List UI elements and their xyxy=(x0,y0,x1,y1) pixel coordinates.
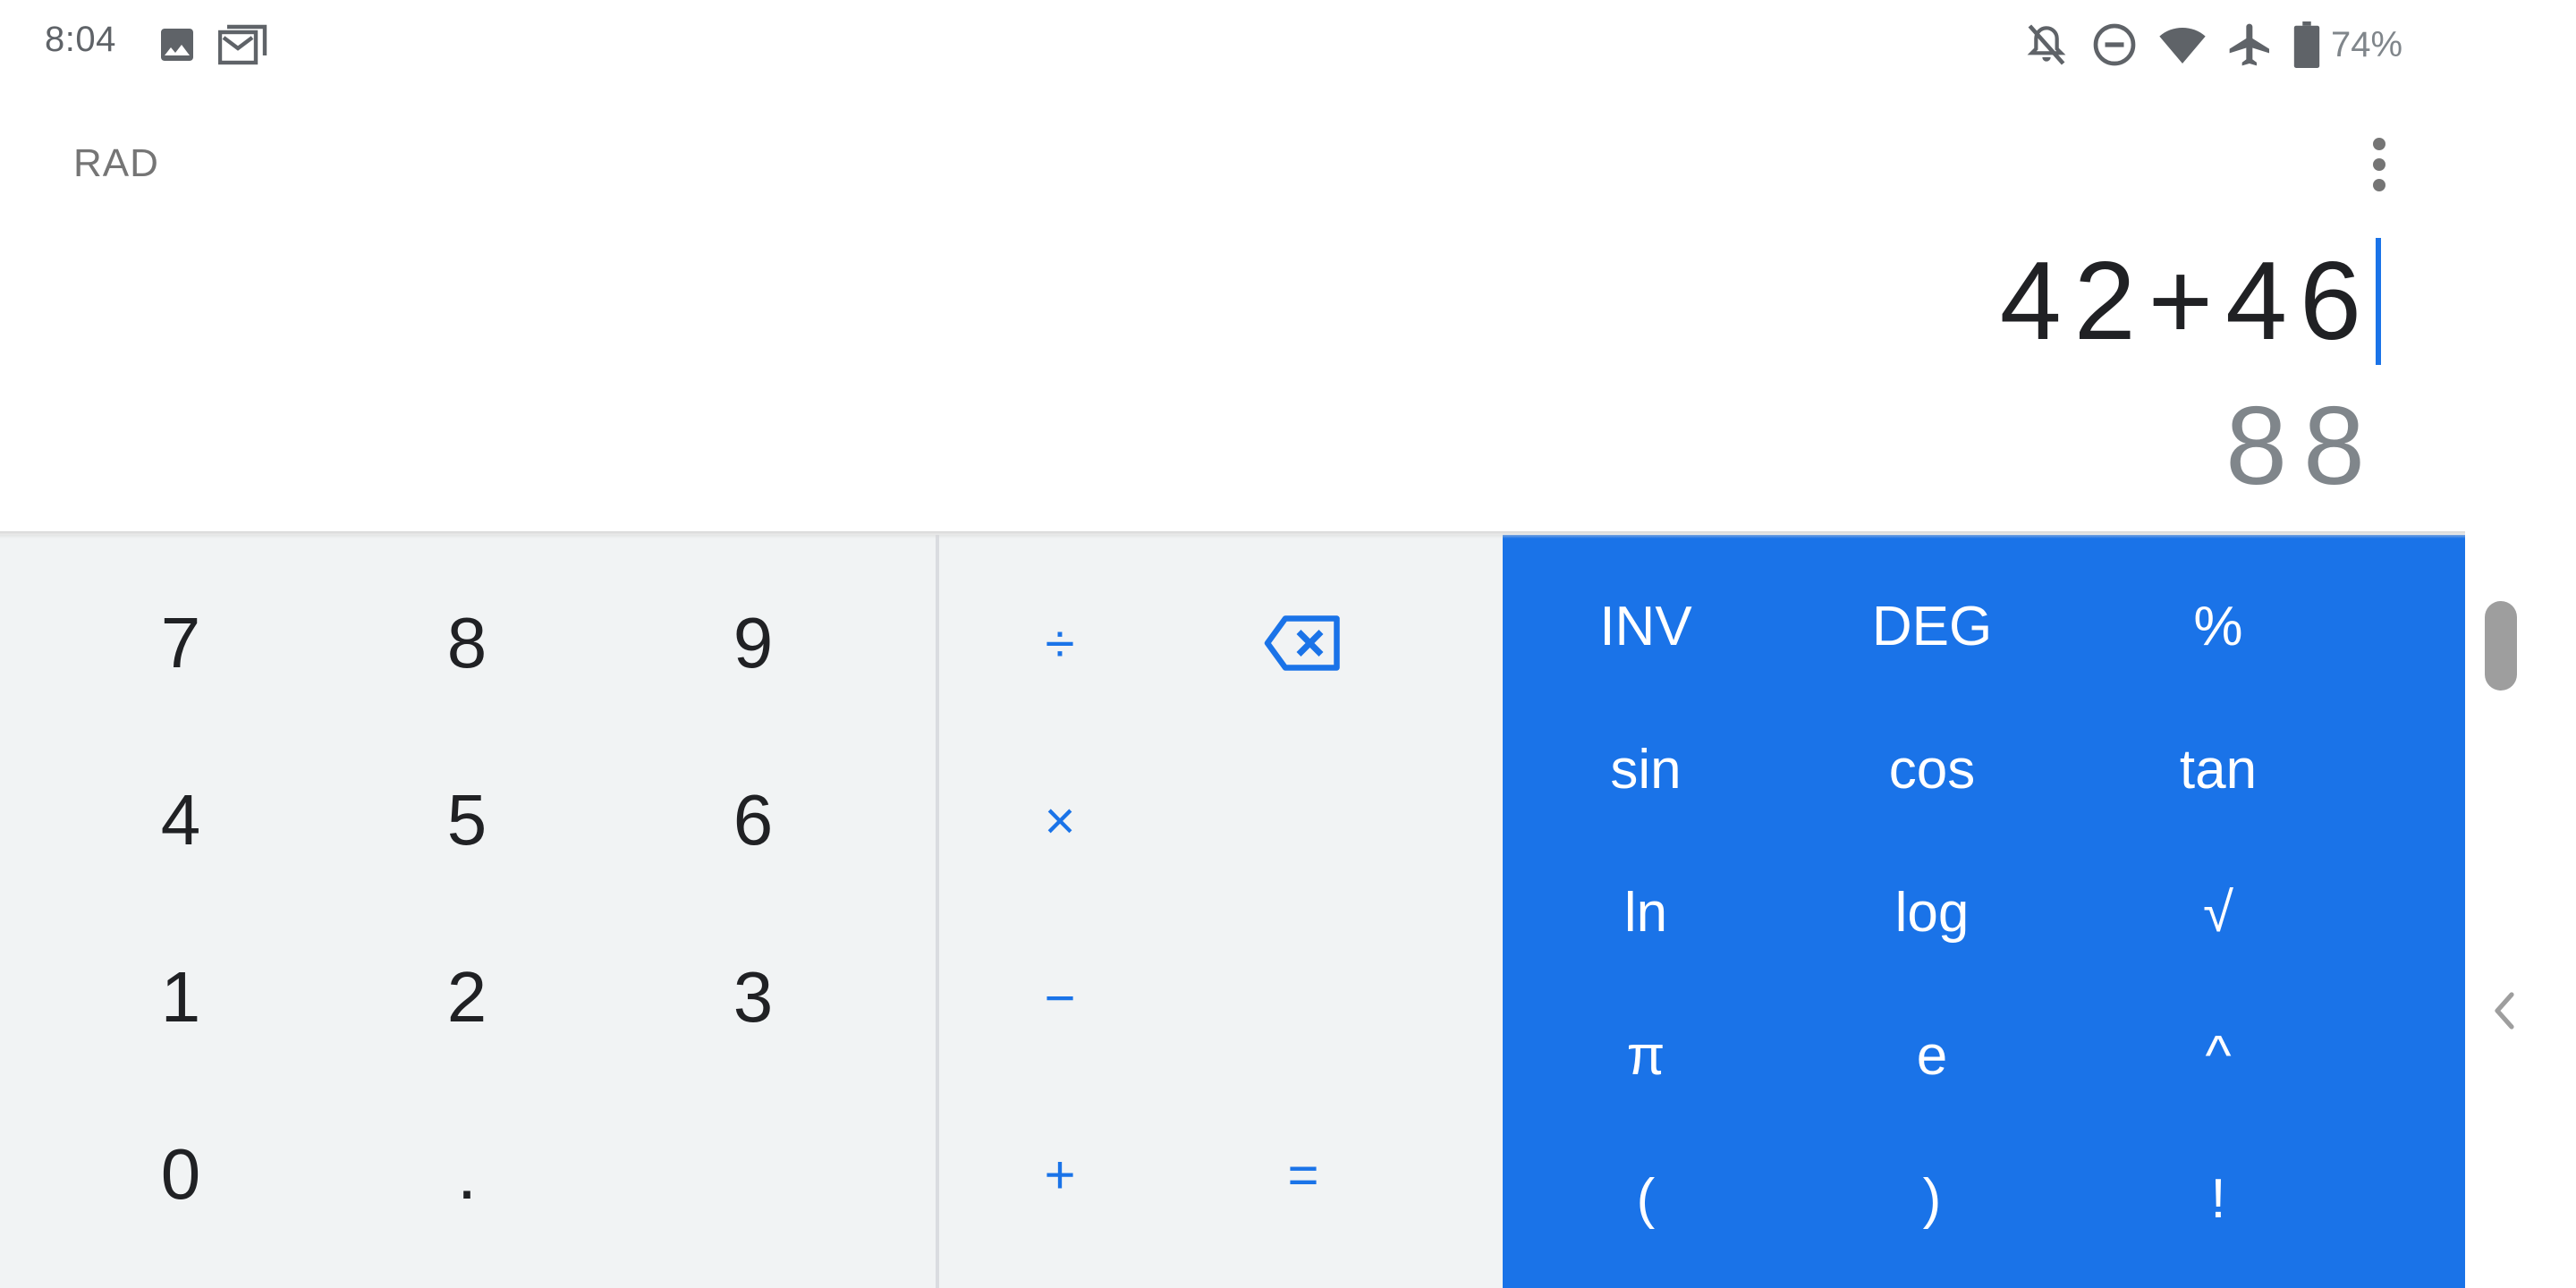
text-cursor xyxy=(2376,238,2381,365)
formula-text: 42+46 xyxy=(1999,240,2374,363)
angle-mode-indicator: RAD xyxy=(73,141,159,185)
image-icon xyxy=(156,23,202,66)
open-paren-button[interactable]: ( xyxy=(1503,1127,1789,1270)
plus-button[interactable]: + xyxy=(939,1086,1181,1263)
deg-button[interactable]: DEG xyxy=(1789,555,2075,698)
digit-1-button[interactable]: 1 xyxy=(38,909,324,1086)
overflow-menu-button[interactable] xyxy=(2361,132,2397,197)
more-vert-icon xyxy=(2373,138,2385,150)
digit-7-button[interactable]: 7 xyxy=(38,555,324,732)
wifi-icon xyxy=(2157,20,2207,70)
square-root-button[interactable]: √ xyxy=(2075,841,2361,984)
digit-2-button[interactable]: 2 xyxy=(324,909,610,1086)
inv-button[interactable]: INV xyxy=(1503,555,1789,698)
more-vert-icon-dot xyxy=(2373,158,2385,171)
backspace-icon xyxy=(1264,615,1340,671)
backspace-button[interactable] xyxy=(1182,555,1424,732)
digit-9-button[interactable]: 9 xyxy=(610,555,896,732)
pi-button[interactable]: π xyxy=(1503,984,1789,1127)
close-paren-button[interactable]: ) xyxy=(1789,1127,2075,1270)
battery-icon xyxy=(2293,21,2320,68)
side-panel xyxy=(2465,535,2576,1288)
sin-button[interactable]: sin xyxy=(1503,698,1789,841)
minus-button[interactable]: − xyxy=(939,909,1181,1086)
cos-button[interactable]: cos xyxy=(1789,698,2075,841)
advanced-pad: INV DEG % sin cos tan ln log √ π e ^ ( )… xyxy=(1503,535,2465,1288)
digit-3-button[interactable]: 3 xyxy=(610,909,896,1086)
display-shadow xyxy=(0,531,2465,538)
euler-e-button[interactable]: e xyxy=(1789,984,2075,1127)
formula-field[interactable]: 42+46 xyxy=(2000,234,2381,369)
status-bar: 8:04 74% xyxy=(0,0,2576,89)
ln-button[interactable]: ln xyxy=(1503,841,1789,984)
percent-button[interactable]: % xyxy=(2075,555,2361,698)
battery-percent: 74% xyxy=(2331,24,2403,64)
gmail-icon xyxy=(217,23,267,66)
log-button[interactable]: log xyxy=(1789,841,2075,984)
more-vert-icon-dot xyxy=(2373,179,2385,191)
digit-4-button[interactable]: 4 xyxy=(38,732,324,909)
notifications-off-icon xyxy=(2021,20,2072,70)
operator-pad: ÷ × − + = xyxy=(939,535,1503,1288)
status-time: 8:04 xyxy=(45,20,116,59)
factorial-button[interactable]: ! xyxy=(2075,1127,2361,1270)
digit-5-button[interactable]: 5 xyxy=(324,732,610,909)
digit-0-button[interactable]: 0 xyxy=(38,1086,324,1263)
power-button[interactable]: ^ xyxy=(2075,984,2361,1127)
result-preview: 88 xyxy=(2225,385,2381,508)
tan-button[interactable]: tan xyxy=(2075,698,2361,841)
digit-8-button[interactable]: 8 xyxy=(324,555,610,732)
numeric-pad: 7 8 9 4 5 6 1 2 3 0 . xyxy=(0,535,936,1288)
digit-6-button[interactable]: 6 xyxy=(610,732,896,909)
system-status-icons: 74% xyxy=(2021,18,2402,72)
divide-button[interactable]: ÷ xyxy=(939,555,1181,732)
airplane-icon xyxy=(2225,20,2275,70)
chevron-left-icon[interactable] xyxy=(2487,984,2522,1038)
equals-button[interactable]: = xyxy=(1182,1086,1424,1263)
do-not-disturb-icon xyxy=(2089,20,2140,70)
decimal-point-button[interactable]: . xyxy=(324,1086,610,1263)
multiply-button[interactable]: × xyxy=(939,732,1181,909)
pad-drag-handle[interactable] xyxy=(2485,601,2517,691)
